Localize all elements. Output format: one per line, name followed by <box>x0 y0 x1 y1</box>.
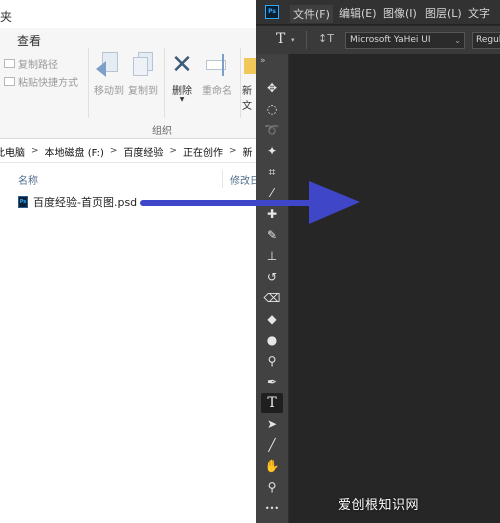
drag-arrow-overlay <box>140 181 360 224</box>
watermark: 爱创根知识网 <box>338 498 420 513</box>
drag-arrow-head-icon <box>309 181 360 224</box>
